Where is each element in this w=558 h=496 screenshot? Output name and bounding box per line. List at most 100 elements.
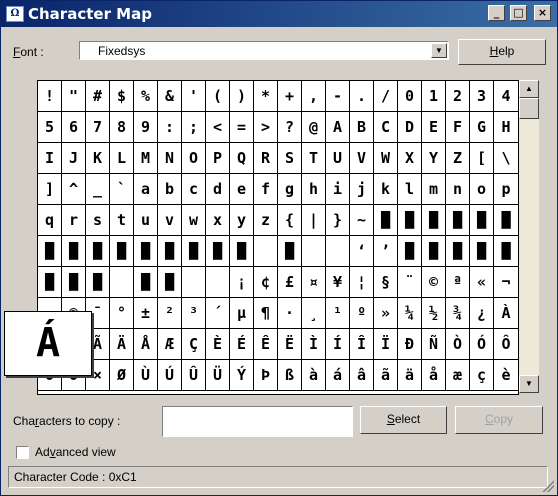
char-cell[interactable]: ~ <box>350 205 374 236</box>
char-cell[interactable]: ª <box>446 267 470 298</box>
char-cell[interactable]: ¸ <box>302 298 326 329</box>
char-cell[interactable]: D <box>398 112 422 143</box>
select-button[interactable]: Select <box>360 406 447 434</box>
char-cell[interactable]: ] <box>38 174 62 205</box>
char-cell[interactable]: | <box>302 205 326 236</box>
char-cell[interactable]: * <box>254 81 278 112</box>
char-cell[interactable]: d <box>206 174 230 205</box>
char-cell[interactable]: l <box>398 174 422 205</box>
char-cell[interactable]: Ô <box>494 329 518 360</box>
char-cell[interactable]: · <box>278 298 302 329</box>
characters-to-copy-input[interactable] <box>162 406 353 437</box>
char-cell[interactable]: s <box>86 205 110 236</box>
character-grid[interactable]: ! " # $% & '() * +, -./0 1 2 3 4 5 6 7 8 9:; < = >? @ A B C D E F G H… <box>37 80 519 395</box>
char-cell[interactable]: µ <box>230 298 254 329</box>
char-cell[interactable]: ! <box>38 81 62 112</box>
char-cell[interactable] <box>182 267 206 298</box>
char-cell[interactable]: È <box>206 329 230 360</box>
char-cell[interactable]: } <box>326 205 350 236</box>
char-cell[interactable]: █ <box>134 267 158 298</box>
char-cell[interactable]: Ñ <box>422 329 446 360</box>
char-cell[interactable]: ² <box>158 298 182 329</box>
char-cell[interactable]: Î <box>350 329 374 360</box>
char-cell[interactable]: á <box>326 360 350 391</box>
char-cell[interactable]: r <box>62 205 86 236</box>
char-cell[interactable]: % <box>134 81 158 112</box>
char-cell[interactable]: ½ <box>422 298 446 329</box>
char-cell[interactable]: ¿ <box>470 298 494 329</box>
char-cell[interactable]: w <box>182 205 206 236</box>
char-cell[interactable]: G <box>470 112 494 143</box>
char-cell[interactable]: / <box>374 81 398 112</box>
char-cell[interactable]: T <box>302 143 326 174</box>
char-cell[interactable]: t <box>110 205 134 236</box>
char-cell[interactable]: Ä <box>110 329 134 360</box>
char-cell[interactable]: K <box>86 143 110 174</box>
char-cell[interactable]: █ <box>494 205 518 236</box>
char-cell[interactable]: █ <box>422 236 446 267</box>
char-cell[interactable]: ¤ <box>302 267 326 298</box>
char-cell[interactable]: ¦ <box>350 267 374 298</box>
char-cell[interactable]: Ê <box>254 329 278 360</box>
char-cell[interactable]: « <box>470 267 494 298</box>
char-cell[interactable]: U <box>326 143 350 174</box>
help-button[interactable]: Help <box>458 39 546 65</box>
char-cell[interactable]: ? <box>278 112 302 143</box>
char-cell[interactable]: ( <box>206 81 230 112</box>
font-dropdown[interactable]: Fixedsys ▼ <box>79 41 449 60</box>
char-cell[interactable]: j <box>350 174 374 205</box>
scroll-up-button[interactable]: ▲ <box>519 80 539 98</box>
char-cell[interactable]: █ <box>206 236 230 267</box>
char-cell[interactable]: À <box>494 298 518 329</box>
char-cell[interactable] <box>110 267 134 298</box>
char-cell[interactable]: = <box>230 112 254 143</box>
char-cell[interactable]: e <box>230 174 254 205</box>
char-cell[interactable]: Y <box>422 143 446 174</box>
char-cell[interactable]: ` <box>110 174 134 205</box>
char-cell[interactable]: F <box>446 112 470 143</box>
scroll-thumb[interactable] <box>519 98 539 119</box>
char-cell[interactable]: » <box>374 298 398 329</box>
char-cell[interactable]: █ <box>278 236 302 267</box>
charmap-app-icon[interactable]: Ω <box>6 6 24 22</box>
char-cell[interactable]: º <box>350 298 374 329</box>
char-cell[interactable]: p <box>494 174 518 205</box>
char-cell[interactable]: ' <box>182 81 206 112</box>
char-cell[interactable]: 2 <box>446 81 470 112</box>
char-cell[interactable]: h <box>302 174 326 205</box>
char-cell[interactable]: $ <box>110 81 134 112</box>
char-cell[interactable]: Þ <box>254 360 278 391</box>
char-cell[interactable]: █ <box>374 205 398 236</box>
char-cell[interactable]: Û <box>182 360 206 391</box>
advanced-view-checkbox[interactable] <box>16 446 29 459</box>
maximize-button[interactable]: □ <box>510 5 527 21</box>
scroll-down-button[interactable]: ▼ <box>519 375 539 393</box>
char-cell[interactable]: █ <box>158 236 182 267</box>
char-cell[interactable]: █ <box>446 236 470 267</box>
grid-scrollbar[interactable]: ▲ ▼ <box>519 80 539 393</box>
char-cell[interactable]: Ø <box>110 360 134 391</box>
char-cell[interactable]: █ <box>62 236 86 267</box>
char-cell[interactable]: R <box>254 143 278 174</box>
char-cell[interactable]: è <box>494 360 518 391</box>
char-cell[interactable]: Ç <box>182 329 206 360</box>
char-cell[interactable] <box>254 236 278 267</box>
char-cell[interactable]: ¥ <box>326 267 350 298</box>
char-cell[interactable]: ¬ <box>494 267 518 298</box>
char-cell[interactable]: █ <box>38 267 62 298</box>
char-cell[interactable]: g <box>278 174 302 205</box>
char-cell[interactable]: ¡ <box>230 267 254 298</box>
char-cell[interactable]: █ <box>38 236 62 267</box>
char-cell[interactable]: c <box>182 174 206 205</box>
char-cell[interactable]: X <box>398 143 422 174</box>
char-cell[interactable]: u <box>134 205 158 236</box>
char-cell[interactable]: ; <box>182 112 206 143</box>
char-cell[interactable]: Ó <box>470 329 494 360</box>
char-cell[interactable]: S <box>278 143 302 174</box>
char-cell[interactable]: Å <box>134 329 158 360</box>
char-cell[interactable]: n <box>446 174 470 205</box>
char-cell[interactable]: █ <box>86 267 110 298</box>
char-cell[interactable]: ß <box>278 360 302 391</box>
char-cell[interactable]: @ <box>302 112 326 143</box>
char-cell[interactable]: m <box>422 174 446 205</box>
